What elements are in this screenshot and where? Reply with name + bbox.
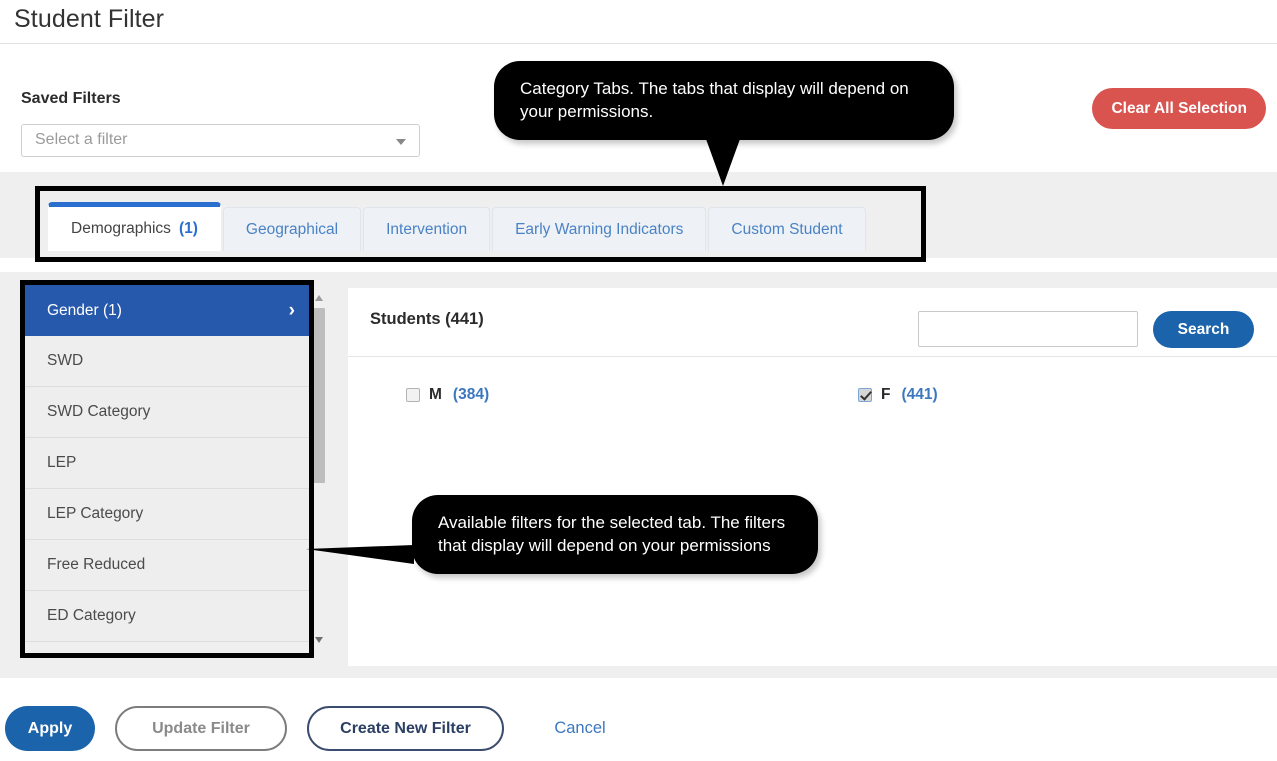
student-filter-page: Student Filter Saved Filters Select a fi… xyxy=(0,0,1277,761)
callout-available-filters: Available filters for the selected tab. … xyxy=(306,495,818,574)
students-count-title: Students (441) xyxy=(370,310,484,328)
tab-geographical-label: Geographical xyxy=(245,220,339,238)
callout-tail xyxy=(306,545,414,564)
chevron-down-icon xyxy=(396,139,406,145)
saved-filters-label: Saved Filters xyxy=(21,90,121,107)
option-f-label: F xyxy=(881,386,891,403)
callout-category-tabs: Category Tabs. The tabs that display wil… xyxy=(494,61,954,186)
sidebar-item-ed-category[interactable]: ED Category xyxy=(25,591,309,642)
sidebar-item-gender[interactable]: Gender (1) › xyxy=(25,285,309,336)
checkbox-m[interactable] xyxy=(406,388,420,402)
sidebar-item-swd[interactable]: SWD xyxy=(25,336,309,387)
sidebar-item-lep[interactable]: LEP xyxy=(25,438,309,489)
tab-early-warning-indicators-label: Early Warning Indicators xyxy=(515,220,684,238)
tab-intervention[interactable]: Intervention xyxy=(363,207,491,251)
saved-filter-select[interactable]: Select a filter xyxy=(21,124,420,157)
saved-filter-select-value: Select a filter xyxy=(35,131,128,148)
sidebar-item-swd-category[interactable]: SWD Category xyxy=(25,387,309,438)
filter-category-list[interactable]: Gender (1) › SWD SWD Category LEP LEP Ca… xyxy=(25,285,309,653)
option-row-m[interactable]: M (384) xyxy=(406,386,489,404)
sidebar-item-swd-label: SWD xyxy=(47,352,84,369)
header-divider xyxy=(0,43,1277,44)
tab-geographical[interactable]: Geographical xyxy=(222,207,362,251)
scroll-up-arrow-icon[interactable] xyxy=(315,295,323,301)
callout-tail xyxy=(706,138,740,186)
sidebar-item-ed-category-label: ED Category xyxy=(47,607,136,624)
footer-actions: Apply Update Filter Create New Filter Ca… xyxy=(0,698,1277,761)
tab-early-warning-indicators[interactable]: Early Warning Indicators xyxy=(492,207,707,251)
option-m-count: (384) xyxy=(452,386,490,403)
page-title: Student Filter xyxy=(14,5,165,33)
sidebar-item-free-reduced[interactable]: Free Reduced xyxy=(25,540,309,591)
chevron-right-icon: › xyxy=(288,300,295,321)
clear-all-selection-button[interactable]: Clear All Selection xyxy=(1092,88,1266,129)
category-tabs: Demographics (1) Geographical Interventi… xyxy=(48,202,868,251)
filter-values-panel: Students (441) Search M (384) F (441) xyxy=(348,288,1277,666)
sidebar-scrollbar[interactable] xyxy=(311,289,325,649)
callout-available-filters-text: Available filters for the selected tab. … xyxy=(438,513,786,556)
tab-intervention-label: Intervention xyxy=(386,220,468,238)
apply-button[interactable]: Apply xyxy=(5,706,95,751)
cancel-link[interactable]: Cancel xyxy=(540,706,620,751)
search-button[interactable]: Search xyxy=(1153,311,1254,348)
sidebar-item-lep-label: LEP xyxy=(47,454,77,471)
callout-category-tabs-text: Category Tabs. The tabs that display wil… xyxy=(520,79,909,122)
option-m-label: M xyxy=(429,386,442,403)
checkbox-f[interactable] xyxy=(858,388,872,402)
panel-divider xyxy=(348,356,1277,357)
scrollbar-thumb[interactable] xyxy=(313,308,325,483)
scroll-down-arrow-icon[interactable] xyxy=(315,637,323,643)
sidebar-item-lep-category-label: LEP Category xyxy=(47,505,144,522)
update-filter-button[interactable]: Update Filter xyxy=(115,706,287,751)
sidebar-item-swd-category-label: SWD Category xyxy=(47,403,151,420)
tab-demographics-label: Demographics xyxy=(71,220,171,237)
tab-demographics-count: (1) xyxy=(178,220,198,237)
sidebar-item-gender-label: Gender (1) xyxy=(47,301,122,319)
tab-custom-student-label: Custom Student xyxy=(731,220,843,238)
category-tab-strip: Demographics (1) Geographical Interventi… xyxy=(0,172,1277,258)
tab-demographics[interactable]: Demographics (1) xyxy=(48,202,221,251)
option-row-f[interactable]: F (441) xyxy=(858,386,938,404)
search-input[interactable] xyxy=(918,311,1138,347)
sidebar-item-lep-category[interactable]: LEP Category xyxy=(25,489,309,540)
sidebar-item-free-reduced-label: Free Reduced xyxy=(47,556,146,573)
tab-custom-student[interactable]: Custom Student xyxy=(708,207,866,251)
option-f-count: (441) xyxy=(901,386,938,403)
create-new-filter-button[interactable]: Create New Filter xyxy=(307,706,504,751)
